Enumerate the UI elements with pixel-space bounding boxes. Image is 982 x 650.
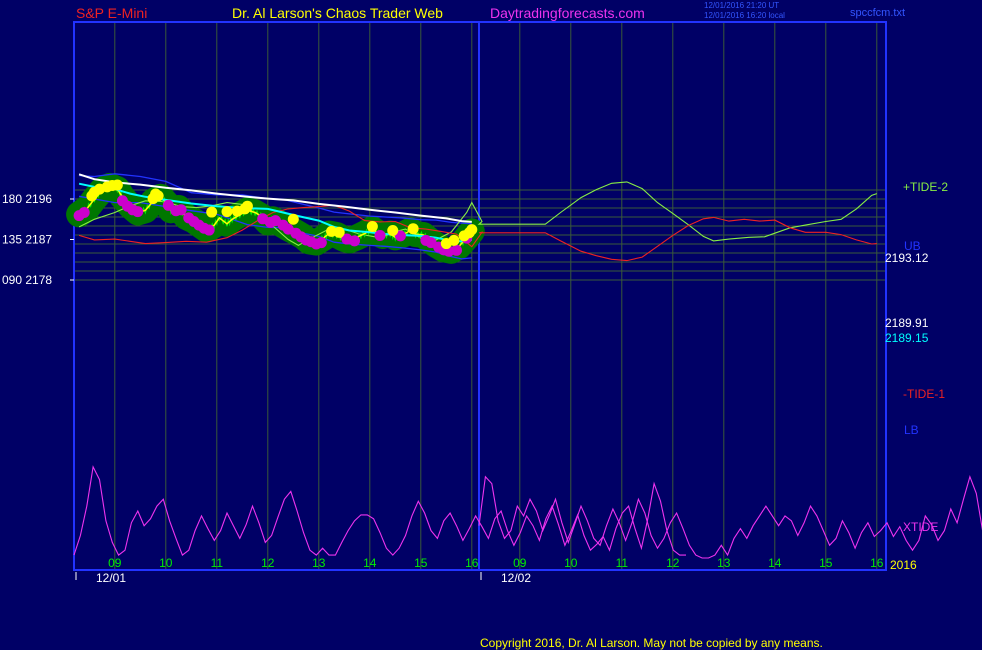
up-marker — [241, 200, 253, 212]
tide-minus-label: -TIDE-1 — [903, 387, 945, 401]
file-name: spccfcm.txt — [850, 7, 905, 19]
up-marker — [407, 223, 419, 235]
down-marker — [132, 206, 144, 218]
down-marker — [315, 237, 327, 249]
x-tick-label: 14 — [768, 556, 782, 570]
up-marker — [287, 213, 299, 225]
up-marker — [448, 234, 460, 246]
x-tick-label: 11 — [211, 556, 224, 570]
x-tick-label: 13 — [717, 556, 731, 570]
x-tick-label: 15 — [414, 556, 428, 570]
x-tick-label: 13 — [312, 556, 326, 570]
y-tick-label: 180 2196 — [2, 192, 52, 206]
site-title: Dr. Al Larson's Chaos Trader Web — [232, 5, 443, 21]
up-marker — [206, 206, 218, 218]
down-marker — [203, 224, 215, 236]
x-tick-label: 09 — [513, 556, 527, 570]
site-url[interactable]: Daytradingforecasts.com — [490, 5, 645, 21]
xtide-label: XTIDE — [903, 520, 938, 534]
ub-value-label: 2193.12 — [885, 251, 929, 265]
down-marker — [451, 244, 462, 256]
up-marker — [86, 190, 98, 202]
symbol-title: S&P E-Mini — [76, 5, 147, 21]
up-marker — [387, 225, 399, 236]
up-marker — [111, 179, 123, 191]
chart: S&P E-Mini Dr. Al Larson's Chaos Trader … — [0, 0, 982, 650]
timestamp-ut: 12/01/2016 21:20 UT — [704, 1, 779, 10]
lb-label: LB — [904, 423, 919, 437]
up-marker — [150, 188, 162, 200]
down-marker — [78, 207, 90, 218]
up-marker — [366, 220, 378, 232]
copyright: Copyright 2016, Dr. Al Larson. May not b… — [480, 636, 823, 650]
date-label: 12/01 — [96, 571, 126, 585]
chart-background — [0, 0, 982, 650]
x-tick-label: 10 — [564, 556, 578, 570]
x-tick-label: 12 — [666, 556, 680, 570]
x-tick-label: 14 — [363, 556, 377, 570]
x-tick-label: 16 — [870, 556, 884, 570]
up-marker — [466, 224, 478, 236]
x-tick-label: 09 — [108, 556, 122, 570]
up-marker — [333, 226, 345, 238]
x-tick-label: 15 — [819, 556, 833, 570]
date-label: 12/02 — [501, 571, 531, 585]
x-tick-label: 12 — [261, 556, 275, 570]
up-marker — [221, 206, 233, 218]
down-marker — [374, 229, 386, 241]
down-marker — [175, 204, 187, 216]
tide-plus-label: +TIDE-2 — [903, 180, 948, 194]
y-tick-label: 090 2178 — [2, 273, 52, 287]
x-tick-label: 11 — [616, 556, 629, 570]
cyan-value-label: 2189.15 — [885, 331, 929, 345]
white-value-label: 2189.91 — [885, 316, 929, 330]
y-tick-label: 135 2187 — [2, 233, 52, 247]
down-marker — [349, 235, 360, 247]
x-tick-label: 10 — [159, 556, 173, 570]
year-label: 2016 — [890, 558, 917, 572]
timestamp-local: 12/01/2016 16:20 local — [704, 11, 785, 20]
x-tick-label: 16 — [465, 556, 479, 570]
